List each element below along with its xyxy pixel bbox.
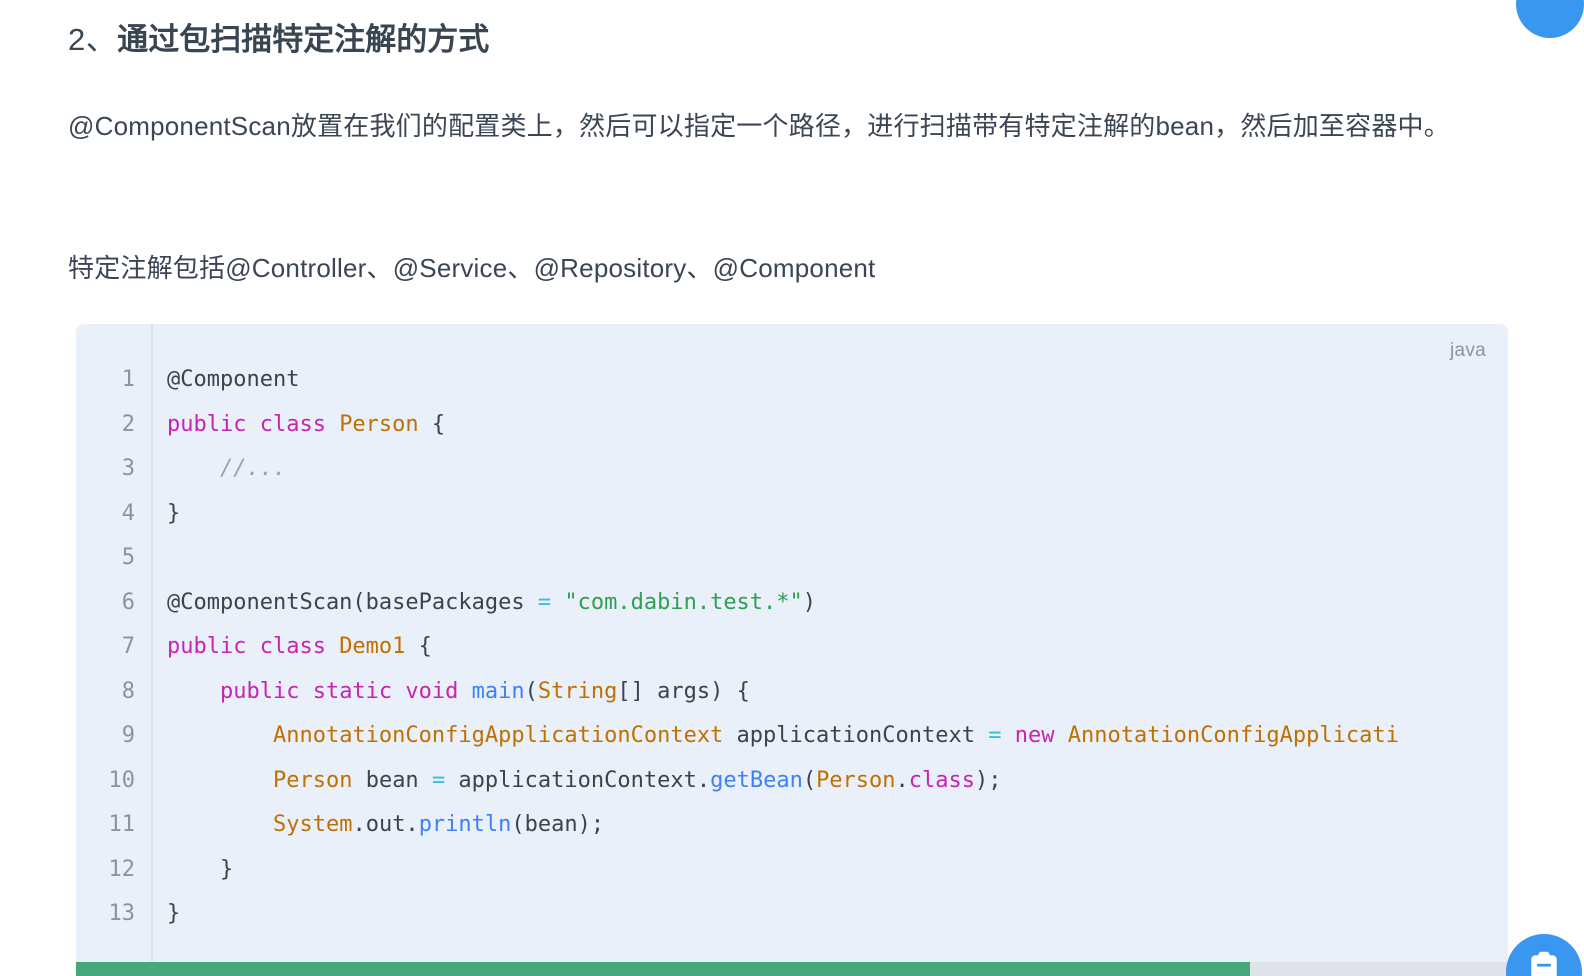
code-token: { <box>405 634 432 659</box>
line-number: 1 <box>121 367 135 392</box>
code-token: public static void <box>219 678 472 704</box>
line-number: 6 <box>121 589 135 615</box>
code-token: ( <box>524 678 538 704</box>
copy-code-button[interactable] <box>1506 934 1582 976</box>
code-token: = <box>988 723 1002 748</box>
code-token: AnnotationConfigApplicationContext <box>272 723 724 748</box>
code-token: public class <box>167 634 340 659</box>
code-line: System.out.println(bean); <box>167 803 1508 848</box>
code-line: } <box>167 848 1508 893</box>
code-line: Person bean = applicationContext.getBean… <box>167 759 1508 804</box>
code-token: public class <box>167 411 340 437</box>
line-number: 5 <box>121 545 135 570</box>
code-token: = <box>431 767 446 793</box>
line-number: 8 <box>121 678 135 704</box>
code-token: ( <box>802 767 817 793</box>
code-token: } <box>167 901 181 926</box>
code-line: public static void main(String[] args) { <box>167 670 1508 715</box>
line-number: 9 <box>121 723 135 748</box>
code-token: class <box>908 767 976 793</box>
horizontal-scrollbar-track[interactable] <box>76 962 1508 976</box>
code-line: public class Person { <box>167 403 1508 448</box>
code-token: Person <box>816 767 896 793</box>
code-token: new <box>1014 723 1055 748</box>
line-number: 7 <box>121 634 135 659</box>
code-token: applicationContext <box>723 723 989 748</box>
code-token: = <box>537 589 552 615</box>
code-area: 1 2 3 4 5 6 7 8 9 10 11 12 13 @Component public class… <box>76 324 1508 976</box>
code-token: getBean <box>710 767 803 793</box>
code-token: @ComponentScan(basePackages <box>167 589 538 615</box>
code-token: } <box>167 856 234 882</box>
code-line: @Component <box>167 358 1508 403</box>
line-number: 2 <box>121 411 135 437</box>
line-number: 4 <box>121 500 135 526</box>
code-token: main <box>471 678 525 704</box>
code-token: "com.dabin.test.*" <box>564 589 803 615</box>
article-page: 2、通过包扫描特定注解的方式 @ComponentScan放置在我们的配置类上，… <box>0 0 1584 976</box>
code-token: @Component <box>167 367 300 392</box>
code-line: AnnotationConfigApplicationContext appli… <box>167 714 1508 759</box>
code-token: ); <box>975 767 1002 793</box>
code-token: System <box>272 812 353 837</box>
code-content[interactable]: @Component public class Person { //...} @C… <box>153 324 1508 976</box>
code-token: Person <box>339 411 419 437</box>
code-token: [] args) { <box>617 678 750 704</box>
page-title: 2、通过包扫描特定注解的方式 <box>68 18 489 62</box>
code-token: Person <box>272 767 353 793</box>
code-token: (bean); <box>511 812 605 837</box>
line-number: 11 <box>108 812 136 837</box>
code-token: . <box>895 767 909 793</box>
horizontal-scrollbar-thumb[interactable] <box>76 962 1251 976</box>
code-line: } <box>167 892 1508 937</box>
code-token: bean <box>352 767 432 793</box>
heading-text: 通过包扫描特定注解的方式 <box>117 22 490 57</box>
code-token: ) <box>802 589 817 615</box>
code-line: @ComponentScan(basePackages = "com.dabin… <box>167 581 1508 626</box>
clipboard-copy-icon <box>1527 950 1561 976</box>
code-token: Demo1 <box>339 634 406 659</box>
code-token: String <box>537 678 618 704</box>
code-token: AnnotationConfigApplicati <box>1067 723 1399 748</box>
line-number: 10 <box>108 767 136 793</box>
line-number-gutter: 1 2 3 4 5 6 7 8 9 10 11 12 13 <box>76 324 153 976</box>
heading-number: 2、 <box>68 22 118 57</box>
code-token: .out. <box>352 812 419 837</box>
line-number: 13 <box>108 901 136 926</box>
code-line: //... <box>167 447 1508 492</box>
code-line: public class Demo1 { <box>167 625 1508 670</box>
scroll-top-button[interactable] <box>1516 0 1584 38</box>
line-number: 3 <box>121 456 135 481</box>
code-token: } <box>167 500 181 526</box>
code-token: println <box>418 812 512 837</box>
code-token: { <box>418 411 446 437</box>
paragraph-annotations: 特定注解包括@Controller、@Service、@Repository、@… <box>68 253 876 283</box>
code-token: applicationContext. <box>445 767 711 793</box>
code-token: //... <box>167 456 287 481</box>
code-block[interactable]: java 1 2 3 4 5 6 7 8 9 10 11 12 13 @Component public … <box>76 324 1508 976</box>
paragraph-intro: @ComponentScan放置在我们的配置类上，然后可以指定一个路径，进行扫描… <box>68 111 1450 141</box>
code-line: } <box>167 492 1508 537</box>
line-number: 12 <box>108 856 136 882</box>
